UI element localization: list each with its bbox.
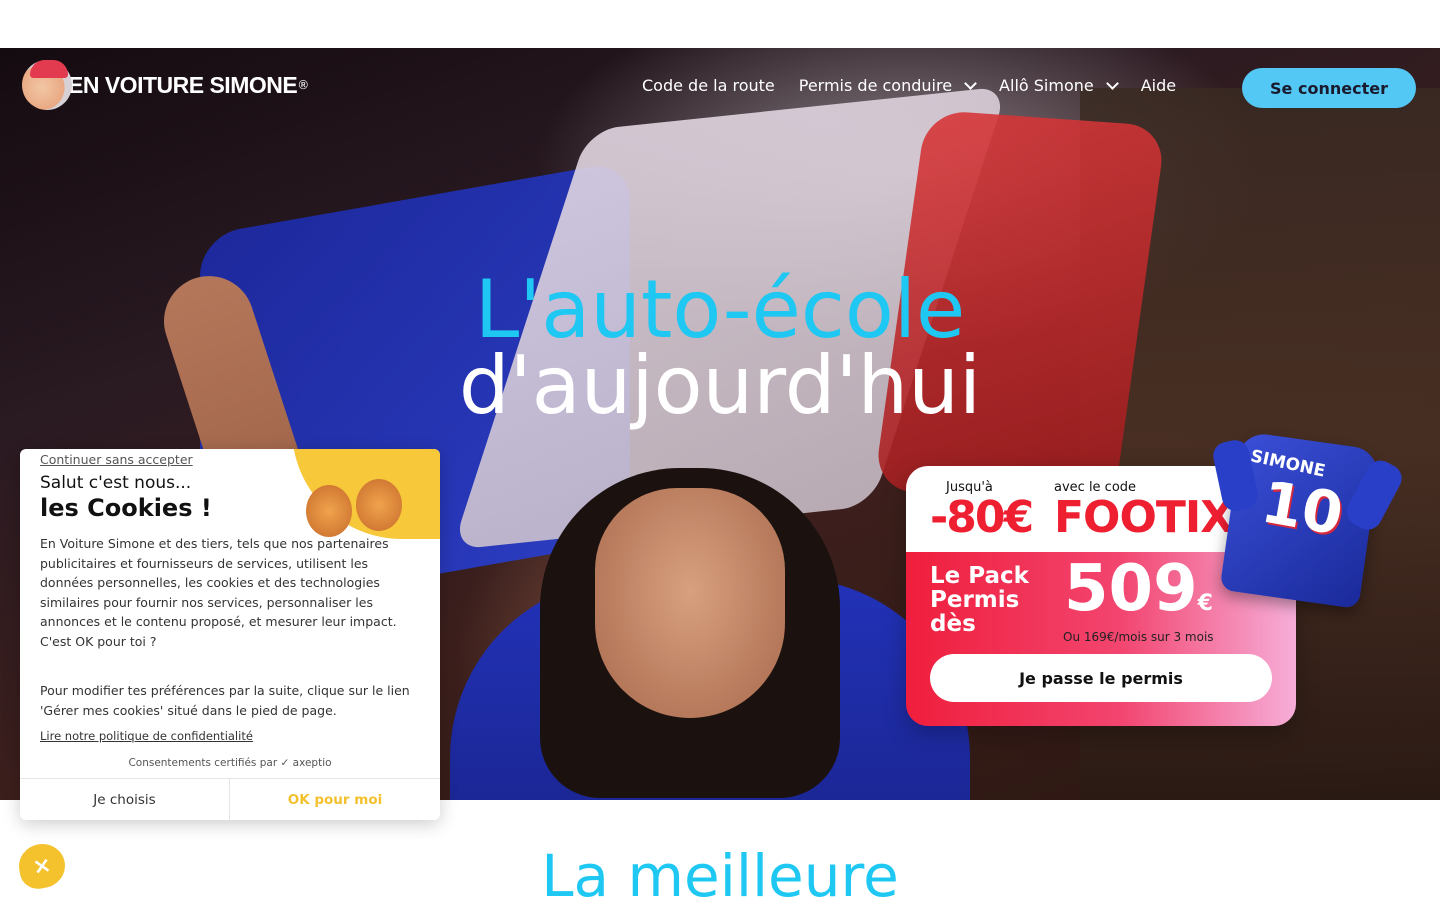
cookie-description: En Voiture Simone et des tiers, tels que… (40, 536, 397, 649)
nav-item-label: Allô Simone (999, 76, 1094, 95)
jersey-number: 10 (1256, 467, 1349, 549)
privacy-policy-link[interactable]: Lire notre politique de confidentialité (40, 729, 253, 743)
monthly-price: Ou 169€/mois sur 3 mois (1063, 630, 1214, 644)
brand-name: EN VOITURE SIMONE (68, 71, 298, 98)
main-nav: Code de la route Permis de conduire Allô… (642, 76, 1200, 95)
cookie-actions: Je choisis OK pour moi (20, 778, 440, 820)
promo-code: FOOTIX (1054, 492, 1234, 543)
cookie-greeting: Salut c'est nous... (40, 473, 192, 493)
headline-line-2: d'aujourd'hui (458, 339, 982, 432)
simone-mascot-icon (22, 60, 72, 110)
pack-price: 509€ (1064, 552, 1213, 626)
cookie-mascot-icon (306, 485, 352, 537)
nav-allo-simone[interactable]: Allô Simone (999, 76, 1119, 95)
cookie-preferences-note: Pour modifier tes préférences par la sui… (40, 683, 410, 718)
login-button[interactable]: Se connecter (1242, 68, 1416, 108)
headline-line-1: L'auto-école (474, 263, 966, 356)
consent-certification: Consentements certifiés par ✓ axeptio (128, 757, 332, 769)
nav-item-label: Aide (1140, 76, 1177, 95)
nav-item-label: Permis de conduire (798, 76, 953, 95)
cookie-banner: Continuer sans accepter Salut c'est nous… (20, 449, 440, 820)
top-blank-bar (0, 0, 1440, 48)
choose-cookies-button[interactable]: Je choisis (20, 779, 230, 820)
brand-registered: ® (297, 78, 310, 92)
hero-headline: L'auto-école d'aujourd'hui (0, 263, 1440, 432)
nav-permis-de-conduire[interactable]: Permis de conduire (798, 76, 977, 95)
discount-value: -80€ (930, 492, 1034, 543)
continue-without-accepting-link[interactable]: Continuer sans accepter (40, 452, 193, 467)
jersey-illustration: SIMONE 10 (1210, 430, 1381, 609)
nav-code-de-la-route[interactable]: Code de la route (642, 76, 775, 95)
chevron-down-icon (1105, 76, 1119, 90)
person-face (595, 488, 785, 718)
nav-aide[interactable]: Aide (1141, 76, 1176, 95)
chevron-down-icon (964, 76, 977, 90)
pack-label: Le Pack Permis dès (930, 563, 1029, 637)
cookie-title: les Cookies ! (40, 494, 212, 522)
pass-license-button[interactable]: Je passe le permis (930, 654, 1272, 702)
nav-item-label: Code de la route (642, 76, 775, 95)
brand-logo[interactable]: EN VOITURE SIMONE ® (22, 60, 309, 110)
hero-person (440, 448, 980, 800)
cookie-mascot-icon (356, 479, 402, 531)
price-value: 509 (1064, 552, 1198, 626)
accept-cookies-button[interactable]: OK pour moi (230, 779, 440, 820)
